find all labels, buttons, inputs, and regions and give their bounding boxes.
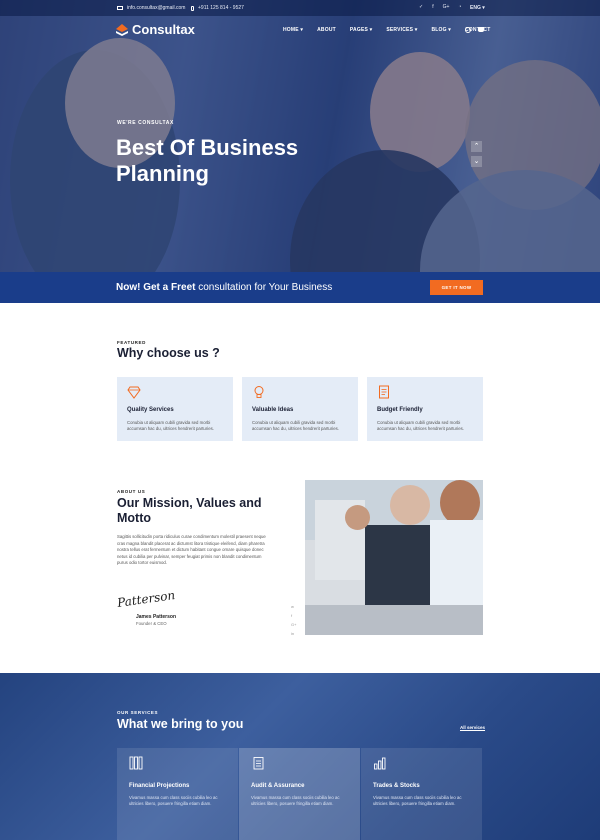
rss-icon[interactable]: ◔ — [458, 4, 461, 10]
menu-item-home[interactable]: HOME ▾ — [283, 27, 303, 33]
topbar-phone[interactable]: +911 125 814 - 9527 — [191, 5, 244, 11]
about-text: Sagittis sollicitudin porta ridiculus cu… — [117, 534, 266, 565]
menu-item-about[interactable]: ABOUT — [317, 27, 336, 33]
service-card-financial[interactable]: Financial Projections Vivamus massa cum … — [117, 748, 238, 840]
main-menu: HOME ▾ ABOUT PAGES ▾ SERVICES ▾ BLOG ▾ C… — [283, 27, 504, 33]
card-text: Conubia ut aliquam cubili gravida sed mo… — [377, 420, 464, 431]
facebook-icon[interactable]: f — [291, 613, 292, 618]
logo[interactable]: Consultax — [116, 22, 195, 37]
feature-card-quality: Quality Services Conubia ut aliquam cubi… — [117, 377, 233, 441]
logo-icon — [116, 23, 128, 36]
topbar-socials: ✓ f G+ ◔ — [419, 4, 461, 10]
search-icon[interactable] — [465, 27, 471, 33]
service-text: Vivamus massa cum class sociis cubilia l… — [251, 795, 340, 806]
phone-icon — [191, 5, 194, 11]
hero-subtitle: WE'RE CONSULTAX — [117, 120, 174, 126]
bar-chart-icon — [374, 757, 386, 770]
all-services-link[interactable]: All services — [460, 725, 485, 730]
lightbulb-icon — [254, 386, 264, 398]
signature-role: Founder & CEO — [136, 621, 167, 626]
cta-text: Now! Get a Freet consultation for Your B… — [116, 282, 332, 293]
services-title: What we bring to you — [117, 717, 244, 731]
card-title: Valuable Ideas — [252, 407, 294, 413]
menu-item-services[interactable]: SERVICES ▾ — [386, 27, 417, 33]
notepad-icon — [253, 757, 264, 770]
books-icon — [129, 756, 143, 770]
topbar-email[interactable]: info.consultax@gmail.com — [117, 5, 185, 11]
card-title: Budget Friendly — [377, 407, 423, 413]
google-plus-icon[interactable]: G+ — [443, 4, 450, 10]
service-text: Vivamus massa cum class sociis cubilia l… — [129, 795, 218, 806]
feature-card-ideas: Valuable Ideas Conubia ut aliquam cubili… — [242, 377, 358, 441]
service-text: Vivamus massa cum class sociis cubilia l… — [373, 795, 462, 806]
service-title: Financial Projections — [129, 783, 190, 789]
featured-label: FEATURED — [117, 340, 146, 345]
signature: Patterson — [116, 588, 176, 610]
cart-icon[interactable] — [478, 27, 484, 32]
services-label: OUR SERVICES — [117, 710, 159, 715]
mail-icon — [117, 6, 123, 10]
meeting-photo — [305, 480, 483, 635]
language-select[interactable]: ENG ▾ — [470, 5, 485, 11]
card-title: Quality Services — [127, 407, 174, 413]
feature-card-budget: Budget Friendly Conubia ut aliquam cubil… — [367, 377, 483, 441]
card-text: Conubia ut aliquam cubili gravida sed mo… — [127, 420, 214, 431]
email-text: info.consultax@gmail.com — [127, 5, 186, 11]
slider-next-button[interactable]: ⌄ — [471, 156, 482, 167]
brand-name: Consultax — [132, 22, 195, 37]
card-text: Conubia ut aliquam cubili gravida sed mo… — [252, 420, 339, 431]
about-title: Our Mission, Values and Motto — [117, 496, 262, 525]
phone-text: +911 125 814 - 9527 — [198, 5, 244, 11]
slider-prev-button[interactable]: ⌃ — [471, 141, 482, 152]
featured-title: Why choose us ? — [117, 346, 220, 360]
hero-title: Best Of Business Planning — [116, 135, 299, 186]
get-it-now-button[interactable]: GET IT NOW — [430, 280, 483, 295]
twitter-icon[interactable]: w — [291, 604, 294, 609]
about-label: ABOUT US — [117, 489, 146, 494]
menu-item-pages[interactable]: PAGES ▾ — [350, 27, 372, 33]
service-title: Trades & Stocks — [373, 783, 420, 789]
cta-text-bold: Now! Get a Freet — [116, 282, 196, 293]
service-title: Audit & Assurance — [251, 783, 305, 789]
google-plus-icon[interactable]: G+ — [291, 622, 296, 627]
linkedin-icon[interactable]: in — [291, 631, 294, 636]
document-icon — [379, 385, 389, 399]
service-card-trades[interactable]: Trades & Stocks Vivamus massa cum class … — [361, 748, 482, 840]
cta-text-rest: consultation for Your Business — [195, 282, 333, 293]
diamond-icon — [127, 386, 141, 399]
service-card-audit[interactable]: Audit & Assurance Vivamus massa cum clas… — [239, 748, 360, 840]
signature-name: James Patterson — [136, 614, 177, 620]
top-bar: info.consultax@gmail.com +911 125 814 - … — [0, 0, 600, 16]
menu-item-blog[interactable]: BLOG ▾ — [431, 27, 451, 33]
facebook-icon[interactable]: f — [432, 4, 433, 10]
twitter-icon[interactable]: ✓ — [419, 4, 423, 10]
